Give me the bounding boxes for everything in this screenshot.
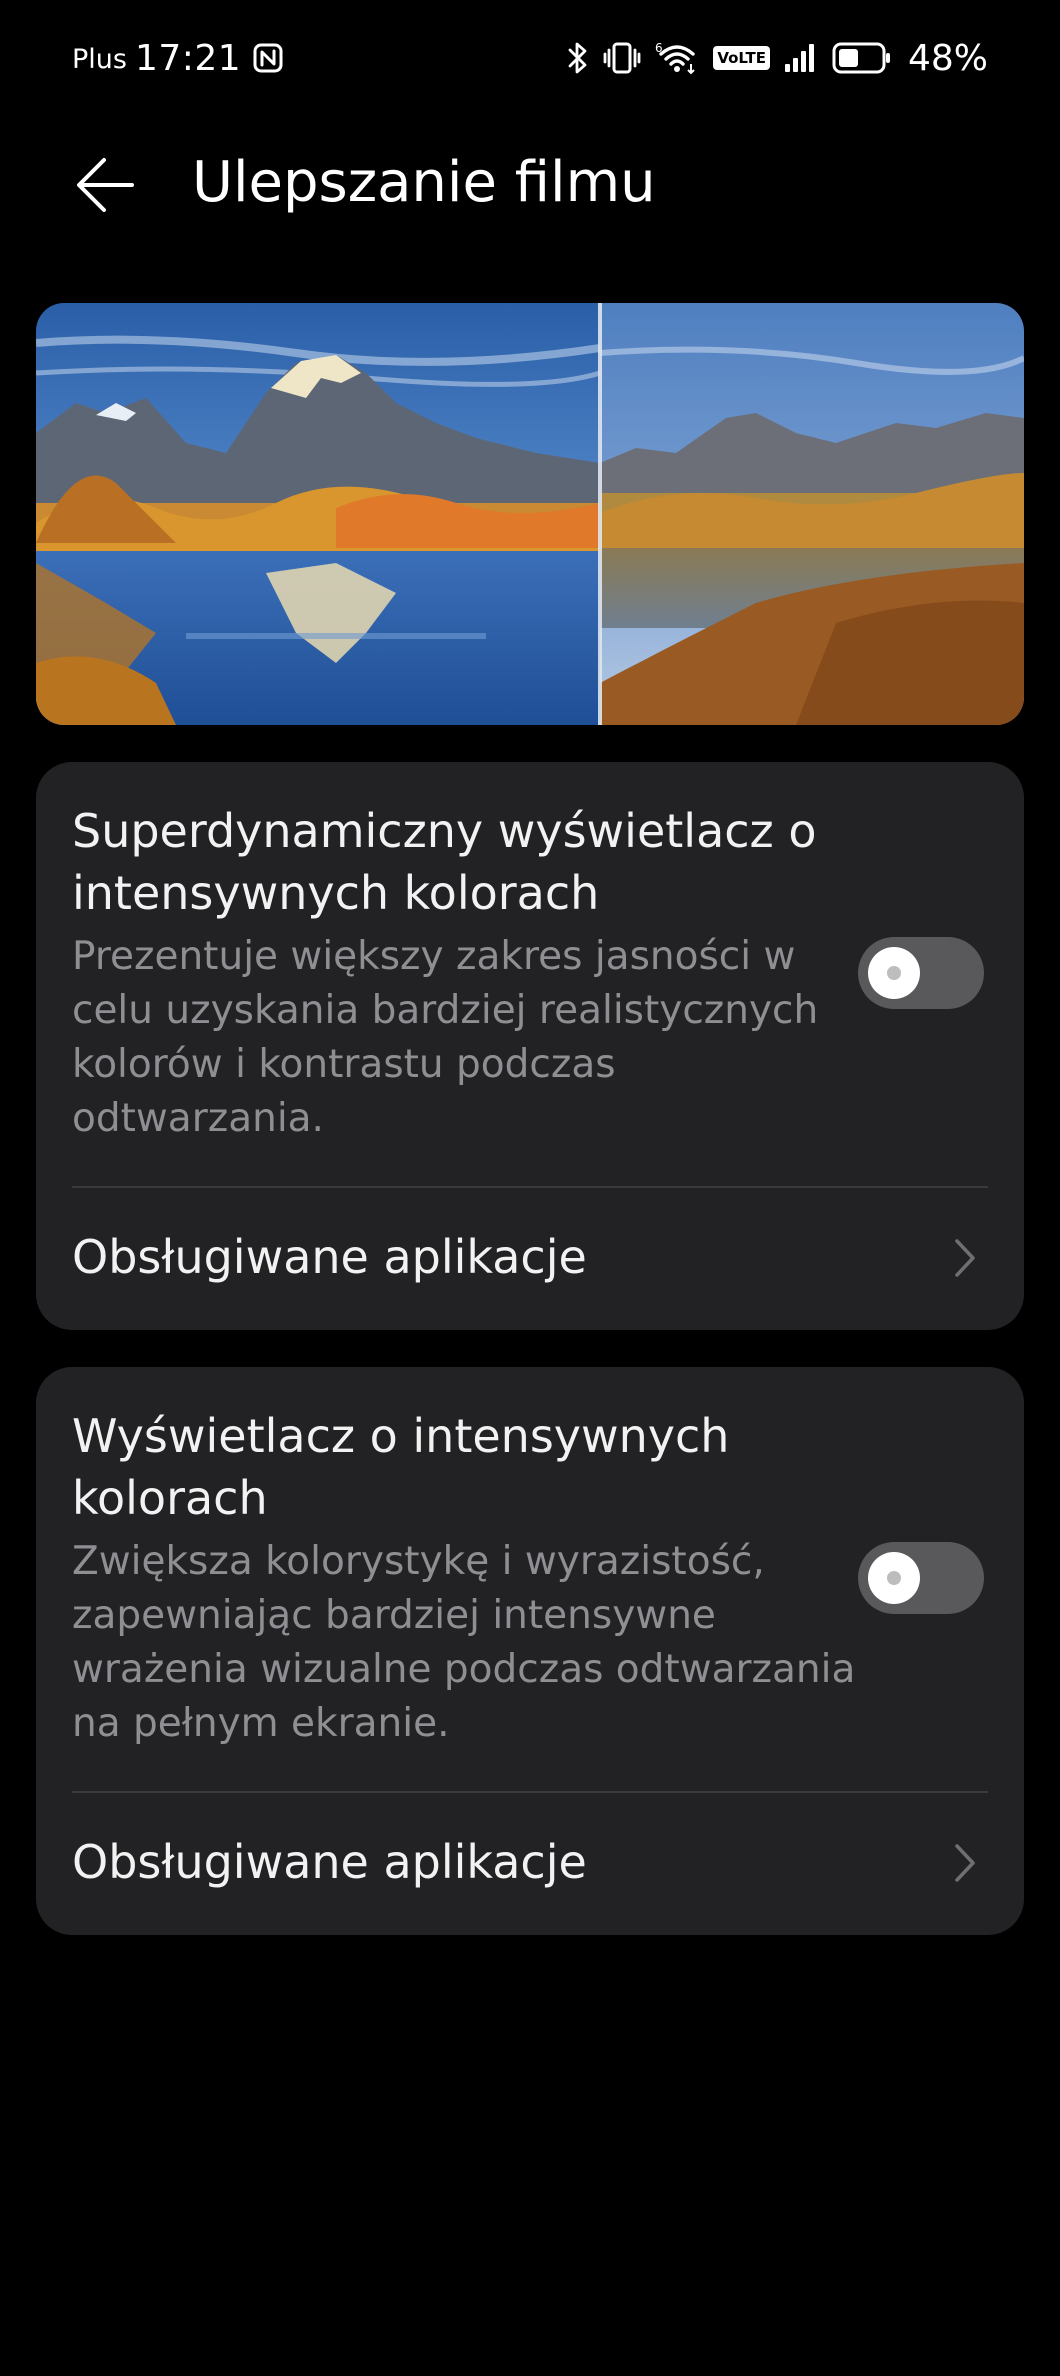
status-bar: Plus 17:21 6 VoLTE 48% xyxy=(0,0,1060,112)
status-bar-left: Plus 17:21 xyxy=(72,32,283,84)
setting-row-vivid-color-display[interactable]: Wyświetlacz o intensywnych kolorach Zwię… xyxy=(36,1367,1024,1792)
battery-percent: 48% xyxy=(907,37,988,79)
toggle-knob-dot xyxy=(887,1571,901,1585)
setting-card-vivid-colors: Wyświetlacz o intensywnych kolorach Zwię… xyxy=(36,1367,1024,1935)
wifi-icon: 6 xyxy=(655,41,696,75)
setting-title: Wyświetlacz o intensywnych kolorach xyxy=(72,1409,730,1525)
arrow-left-icon xyxy=(77,158,134,212)
vivid-color-display-toggle[interactable] xyxy=(858,1542,984,1614)
setting-title: Superdynamiczny wyświetlacz o intensywny… xyxy=(72,804,817,920)
signal-icon xyxy=(784,44,814,72)
preview-image xyxy=(36,303,1024,725)
chevron-right-icon xyxy=(955,1239,975,1277)
setting-card-super-dynamic: Superdynamiczny wyświetlacz o intensywny… xyxy=(36,762,1024,1330)
setting-description: Zwiększa kolorystykę i wyrazistość, zape… xyxy=(72,1539,856,1746)
setting-row-super-dynamic-display[interactable]: Superdynamiczny wyświetlacz o intensywny… xyxy=(36,762,1024,1187)
back-button[interactable] xyxy=(70,150,140,220)
toggle-knob xyxy=(868,947,920,999)
status-bar-right: 6 VoLTE 48% xyxy=(567,32,988,84)
supported-apps-link-1[interactable]: Obsługiwane aplikacje xyxy=(36,1188,1024,1330)
supported-apps-label: Obsługiwane aplikacje xyxy=(72,1230,587,1284)
landscape-comparison-illustration xyxy=(36,303,1024,725)
supported-apps-link-2[interactable]: Obsługiwane aplikacje xyxy=(36,1793,1024,1935)
volte-icon: VoLTE xyxy=(713,46,770,70)
supported-apps-label: Obsługiwane aplikacje xyxy=(72,1835,587,1889)
chevron-right-icon xyxy=(955,1844,975,1882)
app-header: Ulepszanie filmu xyxy=(0,120,1060,250)
clock: 17:21 xyxy=(134,37,242,79)
bluetooth-icon xyxy=(568,42,587,74)
vibrate-icon xyxy=(603,42,641,74)
battery-icon xyxy=(832,42,890,74)
nfc-icon xyxy=(253,43,283,73)
toggle-knob xyxy=(868,1552,920,1604)
setting-description: Prezentuje większy zakres jasności w cel… xyxy=(72,934,819,1141)
super-dynamic-display-toggle[interactable] xyxy=(858,937,984,1009)
toggle-knob-dot xyxy=(887,966,901,980)
battery-level-fill xyxy=(838,49,858,67)
carrier-name: Plus xyxy=(72,43,127,75)
page-title: Ulepszanie filmu xyxy=(192,150,656,215)
